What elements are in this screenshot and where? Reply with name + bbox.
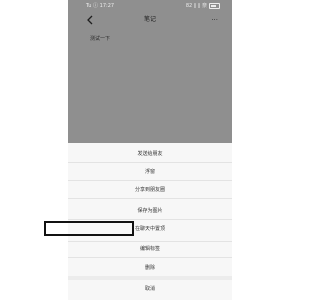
page-title: 笔记 — [143, 16, 156, 23]
more-icon[interactable]: ··· — [211, 14, 218, 26]
battery-icon — [209, 3, 220, 9]
cancel-button[interactable]: 取消 — [68, 283, 232, 295]
cancel-separator — [68, 276, 232, 280]
highlight-box — [44, 221, 134, 236]
divider — [68, 257, 232, 258]
menu-item-save-as-image[interactable]: 保存为图片 — [68, 205, 232, 217]
status-left: Tu ⓘ 17:27 — [86, 3, 115, 9]
menu-item-share-moments[interactable]: 分享到朋友圈 — [68, 184, 232, 196]
menu-item-delete[interactable]: 删除 — [68, 262, 232, 274]
status-right: 82 ∥ ∥ 奈 — [186, 0, 220, 12]
status-right-text: 82 ∥ ∥ 奈 — [185, 3, 207, 9]
divider — [68, 162, 232, 163]
nav-bar: 笔记 ··· — [68, 13, 232, 27]
phone-screen: Tu ⓘ 17:27 82 ∥ ∥ 奈 笔记 ··· 测试一下 发送给朋友 浮窗… — [68, 0, 232, 300]
note-area: Tu ⓘ 17:27 82 ∥ ∥ 奈 笔记 ··· 测试一下 — [68, 0, 232, 143]
divider — [68, 241, 232, 242]
status-bar: Tu ⓘ 17:27 82 ∥ ∥ 奈 — [68, 0, 232, 12]
divider — [68, 219, 232, 220]
menu-item-edit-tags[interactable]: 编辑标签 — [68, 243, 232, 255]
menu-item-send-to-friend[interactable]: 发送给朋友 — [68, 148, 232, 160]
note-content: 测试一下 — [90, 36, 111, 42]
divider — [68, 198, 232, 199]
menu-item-floating-window[interactable]: 浮窗 — [68, 166, 232, 178]
divider — [68, 180, 232, 181]
